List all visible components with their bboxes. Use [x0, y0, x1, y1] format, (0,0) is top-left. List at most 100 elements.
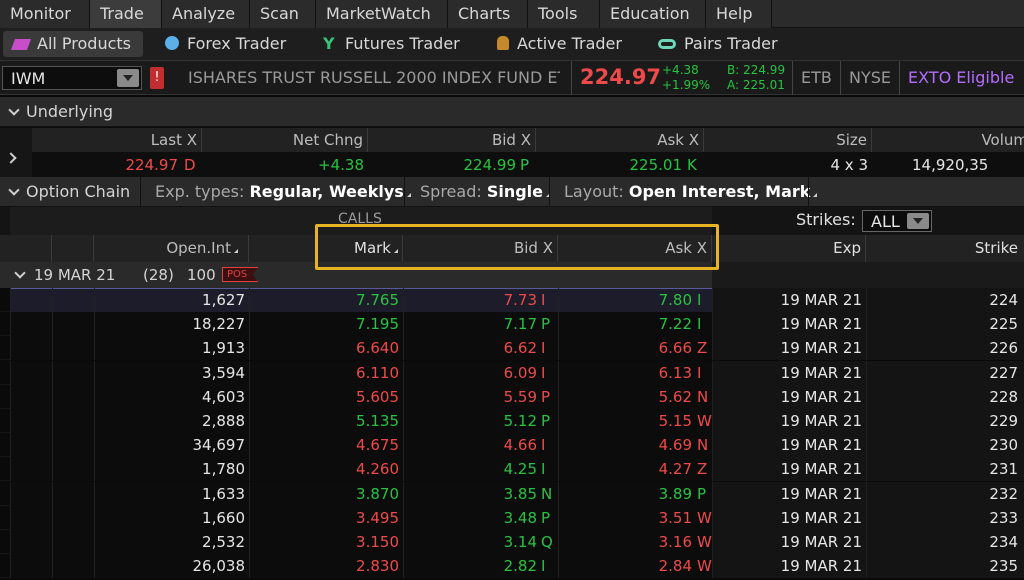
underlying-ask-exchange: K [687, 156, 697, 174]
subtab-all-products[interactable]: All Products [3, 31, 143, 57]
grid-line [52, 530, 53, 554]
table-row[interactable]: 1,627 7.765 7.73 I 7.80 I 19 MAR 21 224 [0, 288, 1024, 312]
table-row[interactable]: 34,697 4.675 4.66 I 4.69 N 19 MAR 21 230 [0, 433, 1024, 458]
table-row[interactable]: 1,780 4.260 4.25 I 4.27 Z 19 MAR 21 231 [0, 457, 1024, 482]
col-size[interactable]: Size [704, 128, 872, 152]
ask-exchange: Z [697, 339, 708, 358]
table-row[interactable]: 1,913 6.640 6.62 I 6.66 Z 19 MAR 21 226 [0, 336, 1024, 361]
position-badge[interactable]: POS [222, 267, 259, 282]
table-row[interactable]: 2,888 5.135 5.12 P 5.15 W 19 MAR 21 229 [0, 409, 1024, 433]
col-open-int[interactable]: Open.Int [94, 235, 249, 262]
table-row[interactable]: 18,227 7.195 7.17 P 7.22 I 19 MAR 21 225 [0, 312, 1024, 337]
col-net-chng[interactable]: Net Chng [202, 128, 368, 152]
bid-quote: B: 224.99 [727, 63, 786, 77]
subtab-active-trader[interactable]: Active Trader [497, 31, 637, 57]
chain-header-row: Open.Int Mark Bid X Ask X Exp Strike [0, 235, 1024, 262]
ask-quote: A: 225.01 [727, 78, 785, 92]
option-chain-toggle[interactable]: Option Chain [4, 182, 130, 201]
symbol-input[interactable]: IWM [2, 66, 142, 90]
tab-education[interactable]: Education [600, 0, 706, 28]
tab-marketwatch[interactable]: MarketWatch [316, 0, 448, 28]
underlying-volume: 14,920,35 [912, 156, 989, 174]
tab-analyze[interactable]: Analyze [162, 0, 250, 28]
col-ask[interactable]: Ask X [558, 235, 712, 262]
ask-value: 4.27 [658, 460, 692, 479]
alert-badge[interactable]: ! [150, 67, 164, 89]
strikes-select[interactable]: ALL [862, 210, 932, 232]
subtab-forex-trader[interactable]: Forex Trader [165, 31, 305, 57]
table-row[interactable]: 2,532 3.150 3.14 Q 3.16 W 19 MAR 21 234 [0, 530, 1024, 554]
layout-value: Open Interest, Mark [628, 182, 811, 201]
bid-value: 7.17 [503, 315, 537, 334]
grid-line [10, 288, 11, 312]
mark-value: 3.495 [356, 508, 399, 527]
col-bid-x[interactable]: Bid X [368, 128, 536, 152]
tab-monitor[interactable]: Monitor [0, 0, 90, 28]
ask-value: 3.89 [658, 484, 692, 503]
col-exp[interactable]: Exp [712, 235, 866, 262]
expiration-group-header[interactable]: 19 MAR 21 (28) 100 POS [0, 262, 1024, 288]
table-row[interactable]: 1,633 3.870 3.85 N 3.89 P 19 MAR 21 232 [0, 481, 1024, 506]
tab-trade[interactable]: Trade [90, 0, 162, 28]
strike-price: 229 [989, 412, 1018, 430]
mark-value: 3.150 [356, 533, 399, 551]
underlying-header-row: Last X Net Chng Bid X Ask X Size Volum [32, 128, 1024, 152]
underlying-net-change: +4.38 [318, 156, 364, 174]
bid-exchange: I [541, 557, 546, 576]
tab-charts[interactable]: Charts [448, 0, 528, 28]
tab-scan[interactable]: Scan [250, 0, 316, 28]
bid-value: 2.82 [503, 557, 537, 576]
mark-value: 2.830 [356, 557, 399, 576]
exp-types-value: Regular, Weeklys [249, 182, 404, 201]
sort-icon [394, 245, 398, 253]
col-last-x[interactable]: Last X [32, 128, 202, 152]
main-nav: Monitor Trade Analyze Scan MarketWatch C… [0, 0, 1024, 28]
strike-price: 235 [989, 557, 1018, 576]
col-ask-x[interactable]: Ask X [536, 128, 704, 152]
underlying-size: 4 x 3 [830, 156, 869, 174]
strike-price: 231 [989, 460, 1018, 479]
expiration: 19 MAR 21 [780, 484, 862, 503]
col-bid[interactable]: Bid X [403, 235, 558, 262]
bid-value: 5.59 [503, 387, 537, 406]
ask-value: 7.80 [658, 291, 692, 309]
mark-value: 3.870 [356, 484, 399, 503]
col-mark[interactable]: Mark [249, 235, 403, 262]
active-trader-icon [497, 36, 509, 50]
col-volume[interactable]: Volum [872, 128, 1024, 152]
tab-tools[interactable]: Tools [528, 0, 600, 28]
bid-exchange: P [541, 412, 551, 430]
layout-control[interactable]: Layout: Open Interest, Mark [564, 182, 818, 201]
table-row[interactable]: 26,038 2.830 2.82 I 2.84 W 19 MAR 21 235 [0, 554, 1024, 579]
group-info: 19 MAR 21 [14, 266, 115, 284]
mark-value: 6.110 [356, 363, 399, 382]
underlying-section-header[interactable]: Underlying [0, 97, 1024, 127]
bid-value: 4.25 [503, 460, 537, 479]
forex-icon [165, 36, 179, 50]
symbol-dropdown-button[interactable] [117, 69, 139, 87]
table-row[interactable]: 3,594 6.110 6.09 I 6.13 I 19 MAR 21 227 [0, 360, 1024, 385]
underlying-expand-button[interactable] [0, 128, 32, 178]
symbol-description: ISHARES TRUST RUSSELL 2000 INDEX FUND ET… [188, 68, 560, 87]
ask-exchange: W [697, 557, 712, 576]
chevron-down-icon [8, 184, 20, 196]
strike-price: 232 [989, 484, 1018, 503]
exp-types-control[interactable]: Exp. types: Regular, Weeklys [155, 182, 411, 201]
subtab-futures-trader[interactable]: Y Futures Trader [323, 31, 473, 57]
subtab-pairs-trader[interactable]: Pairs Trader [658, 31, 798, 57]
col-strike[interactable]: Strike [866, 235, 1024, 262]
bid-exchange: I [541, 291, 546, 309]
underlying-values-row: 224.97 D +4.38 224.99 P 225.01 K 4 x 3 1… [32, 152, 1024, 178]
bid-value: 6.62 [503, 339, 537, 358]
bid-exchange: I [541, 339, 546, 358]
open-interest: 1,913 [202, 339, 245, 358]
table-row[interactable]: 4,603 5.605 5.59 P 5.62 N 19 MAR 21 228 [0, 384, 1024, 409]
strikes-dropdown-button[interactable] [907, 213, 929, 229]
divider [140, 177, 141, 207]
spread-control[interactable]: Spread: Single [420, 182, 551, 201]
expiration: 19 MAR 21 [780, 460, 862, 479]
table-row[interactable]: 1,660 3.495 3.48 P 3.51 W 19 MAR 21 233 [0, 505, 1024, 530]
ask-value: 3.51 [658, 508, 692, 527]
tab-help[interactable]: Help [706, 0, 772, 28]
underlying-last: 224.97 [125, 156, 179, 174]
